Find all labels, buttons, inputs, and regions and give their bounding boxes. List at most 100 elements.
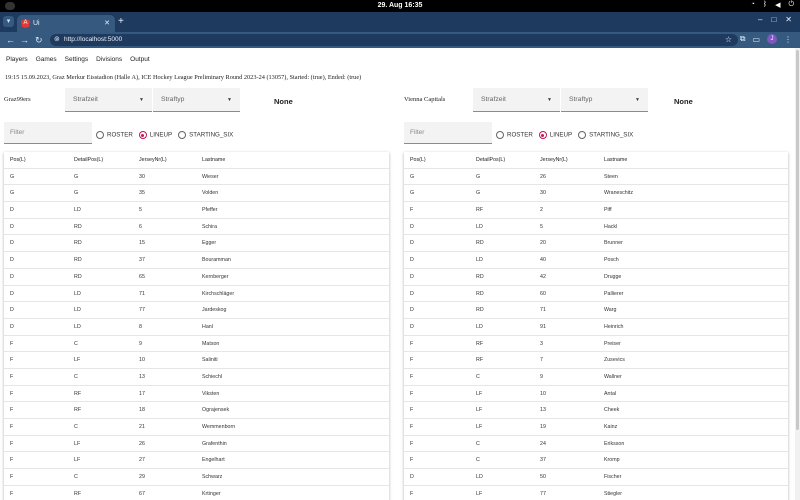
- filter-input[interactable]: Filter: [4, 122, 92, 144]
- cell-lastname: Fischer: [604, 474, 622, 481]
- angular-favicon-icon: A: [21, 19, 30, 28]
- table-row[interactable]: F RF 3 Preiser: [404, 336, 788, 353]
- table-row[interactable]: D LD 5 Hackl: [404, 219, 788, 236]
- new-tab-button[interactable]: +: [118, 15, 124, 29]
- table-row[interactable]: G G 30 Wraneschitz: [404, 185, 788, 203]
- cell-detailpos: RF: [476, 340, 484, 347]
- cell-pos: D: [410, 257, 414, 264]
- extensions-icon[interactable]: ⧉: [740, 34, 746, 44]
- forward-button[interactable]: →: [20, 34, 29, 46]
- strafzeit-select[interactable]: Strafzeit ▼: [473, 88, 560, 112]
- cell-pos: D: [10, 223, 14, 230]
- table-row[interactable]: D LD 8 Hanl: [4, 319, 389, 336]
- cell-jersey: 24: [540, 440, 546, 447]
- cell-pos: F: [10, 490, 14, 497]
- page-scrollbar[interactable]: [795, 48, 800, 500]
- cell-lastname: Drugge: [604, 273, 622, 280]
- cell-jersey: 13: [540, 407, 546, 414]
- sidepanel-icon[interactable]: ▭: [752, 35, 760, 44]
- dropdown-arrow-icon: ▼: [227, 97, 232, 103]
- table-row[interactable]: F C 37 Kromp: [404, 452, 788, 470]
- table-row[interactable]: D RD 15 Egger: [4, 235, 389, 253]
- menu-output[interactable]: Output: [130, 56, 150, 63]
- table-row[interactable]: F RF 7 Zusevics: [404, 352, 788, 369]
- wifi-icon: ◔: [750, 1, 755, 8]
- back-button[interactable]: ←: [6, 34, 15, 46]
- table-row[interactable]: D RD 71 Warg: [404, 302, 788, 319]
- cell-lastname: Cheek: [604, 407, 620, 414]
- radio-roster[interactable]: ROSTER: [96, 131, 133, 139]
- table-row[interactable]: F LF 13 Cheek: [404, 402, 788, 419]
- address-bar[interactable]: ⊚ http://localhost:5000 ☆: [50, 34, 738, 46]
- cell-lastname: Saliniti: [202, 357, 218, 364]
- radio-lineup[interactable]: LINEUP: [538, 131, 572, 139]
- cell-lastname: Viksten: [202, 390, 220, 397]
- table-row[interactable]: F C 24 Eriksson: [404, 436, 788, 453]
- menu-divisions[interactable]: Divisions: [96, 56, 122, 63]
- table-row[interactable]: D LD 91 Heinrich: [404, 319, 788, 336]
- table-row[interactable]: D RD 20 Brunner: [404, 235, 788, 253]
- url-text: http://localhost:5000: [64, 36, 123, 43]
- os-clock[interactable]: 29. Aug 16:35: [0, 2, 800, 9]
- bookmark-star-icon[interactable]: ☆: [725, 34, 732, 46]
- cell-pos: D: [410, 290, 414, 297]
- browser-tab[interactable]: A Ui ✕: [17, 15, 115, 32]
- table-row[interactable]: F LF 26 Grafenthin: [4, 436, 389, 453]
- browser-toolbar: ← → ↻ ⊚ http://localhost:5000 ☆ ⧉ ▭ J ⋮: [0, 32, 800, 48]
- table-row[interactable]: F RF 67 Krtinger: [4, 486, 389, 500]
- table-row[interactable]: F LF 77 Stiegler: [404, 486, 788, 500]
- table-row[interactable]: D LD 5 Pfeffer: [4, 202, 389, 219]
- scrollbar-thumb[interactable]: [796, 50, 799, 430]
- table-row[interactable]: D RD 65 Kernberger: [4, 269, 389, 286]
- cell-lastname: Wieser: [202, 173, 219, 180]
- radio-roster[interactable]: ROSTER: [496, 131, 533, 139]
- straftyp-select[interactable]: Straftyp ▼: [153, 88, 240, 112]
- tab-search-button[interactable]: ▾: [3, 16, 14, 27]
- browser-menu-icon[interactable]: ⋮: [784, 35, 792, 44]
- menu-players[interactable]: Players: [6, 56, 28, 63]
- table-row[interactable]: F C 9 Matson: [4, 336, 389, 353]
- cell-pos: F: [410, 207, 414, 214]
- table-row[interactable]: F C 21 Wemmenborn: [4, 419, 389, 436]
- table-row[interactable]: D RD 60 Pallierer: [404, 286, 788, 303]
- tab-close-icon[interactable]: ✕: [104, 15, 110, 32]
- table-row[interactable]: D RD 37 Bouramman: [4, 252, 389, 269]
- table-row[interactable]: D RD 6 Schira: [4, 219, 389, 236]
- table-row[interactable]: F LF 10 Saliniti: [4, 352, 389, 369]
- table-row[interactable]: F LF 27 Engelhart: [4, 452, 389, 470]
- system-tray[interactable]: ◔ ᛒ ◀ ⏻: [751, 1, 794, 9]
- menu-games[interactable]: Games: [36, 56, 57, 63]
- table-row[interactable]: G G 30 Wieser: [4, 169, 389, 186]
- table-row[interactable]: F LF 10 Antal: [404, 386, 788, 403]
- table-row[interactable]: F LF 19 Kainz: [404, 419, 788, 436]
- table-row[interactable]: D RD 42 Drugge: [404, 269, 788, 286]
- table-row[interactable]: D LD 40 Posch: [404, 252, 788, 269]
- table-row[interactable]: D LD 71 Kirchschläger: [4, 286, 389, 303]
- radio-lineup[interactable]: LINEUP: [138, 131, 172, 139]
- cell-lastname: Volden: [202, 190, 219, 197]
- table-row[interactable]: F RF 2 Piff: [404, 202, 788, 219]
- table-row[interactable]: F C 29 Schwarz: [4, 469, 389, 486]
- minimize-button[interactable]: –: [758, 15, 762, 24]
- table-row[interactable]: G G 26 Steen: [404, 169, 788, 186]
- reload-button[interactable]: ↻: [35, 34, 43, 46]
- strafzeit-select[interactable]: Strafzeit ▼: [65, 88, 152, 112]
- table-row[interactable]: F RF 17 Viksten: [4, 386, 389, 403]
- menu-settings[interactable]: Settings: [65, 56, 89, 63]
- table-row[interactable]: F RF 18 Ograjensek: [4, 402, 389, 419]
- table-row[interactable]: D LD 50 Fischer: [404, 469, 788, 486]
- table-row[interactable]: F C 13 Schiechl: [4, 369, 389, 386]
- cell-jersey: 26: [540, 173, 546, 180]
- radio-starting-six[interactable]: STARTING_SIX: [178, 131, 233, 139]
- profile-avatar[interactable]: J: [767, 34, 777, 44]
- table-row[interactable]: D LD 77 Jardeskog: [4, 302, 389, 319]
- filter-input[interactable]: Filter: [404, 122, 492, 144]
- site-info-icon[interactable]: ⊚: [54, 34, 60, 46]
- straftyp-select[interactable]: Straftyp ▼: [561, 88, 648, 112]
- table-row[interactable]: G G 35 Volden: [4, 185, 389, 203]
- radio-starting-six[interactable]: STARTING_SIX: [578, 131, 633, 139]
- close-window-button[interactable]: ✕: [785, 15, 792, 24]
- volume-icon: ◀: [775, 2, 781, 9]
- table-row[interactable]: F C 9 Wallner: [404, 369, 788, 386]
- maximize-button[interactable]: □: [771, 15, 776, 24]
